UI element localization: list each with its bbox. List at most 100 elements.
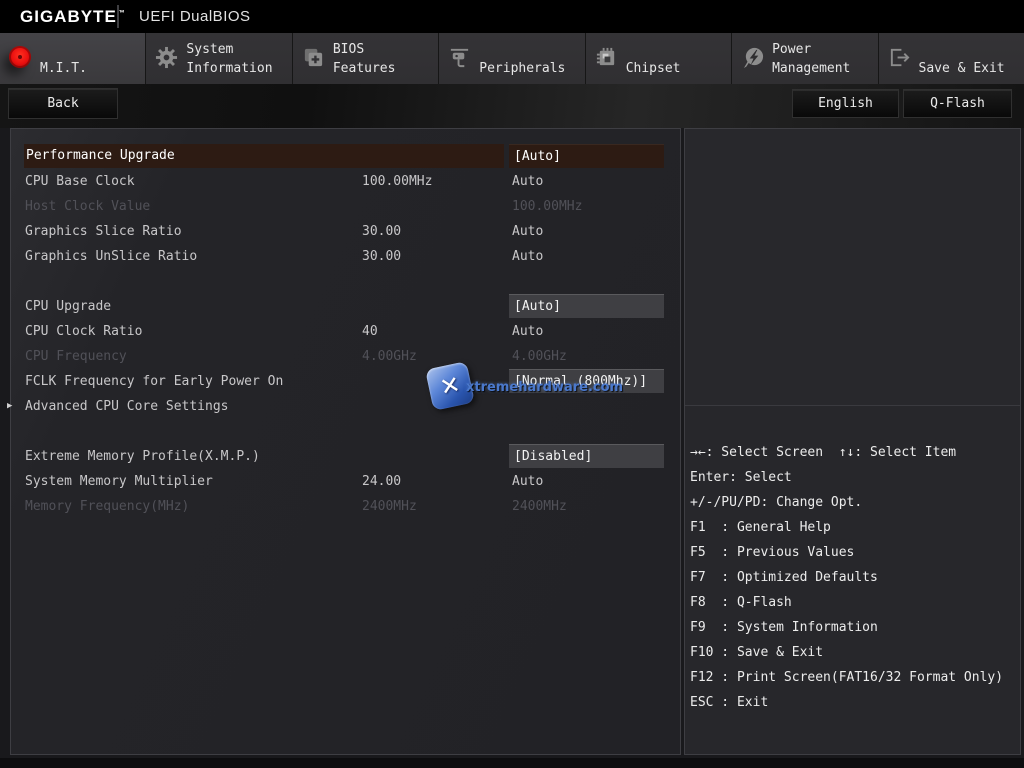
chipset-icon xyxy=(595,46,621,70)
tab-save-exit[interactable]: Save & Exit xyxy=(877,33,1024,84)
tab-label: Features xyxy=(332,61,396,76)
setting-row[interactable]: CPU Clock Ratio 40 Auto xyxy=(11,319,680,344)
workspace: Performance Upgrade [Auto] CPU Base Clock 1… xyxy=(0,128,1024,758)
setting-option-value: Auto xyxy=(512,324,544,339)
setting-label: CPU Frequency xyxy=(25,349,127,364)
setting-label: CPU Clock Ratio xyxy=(25,324,143,339)
help-line: F10 : Save & Exit xyxy=(690,645,824,660)
setting-label: FCLK Frequency for Early Power On xyxy=(25,374,284,389)
setting-label: System Memory Multiplier xyxy=(25,474,213,489)
setting-current-value: 30.00 xyxy=(362,249,402,264)
setting-label: Memory Frequency(MHz) xyxy=(25,499,190,514)
setting-row[interactable]: Graphics Slice Ratio 30.00 Auto xyxy=(11,219,680,244)
tab-mit[interactable]: M.I.T. xyxy=(0,33,146,84)
setting-row[interactable]: CPU Frequency 4.00GHz 4.00GHz xyxy=(11,344,680,369)
setting-row[interactable]: Memory Frequency(MHz) 2400MHz 2400MHz xyxy=(11,494,680,519)
help-line: F7 : Optimized Defaults xyxy=(690,570,878,585)
setting-option-value: 4.00GHz xyxy=(512,349,567,364)
help-description-box xyxy=(685,129,1020,406)
help-line: Enter: Select xyxy=(690,470,792,485)
help-line: ESC : Exit xyxy=(690,695,769,710)
setting-row[interactable]: ▶ Advanced CPU Core Settings xyxy=(7,394,680,419)
tab-label: Management xyxy=(772,61,851,76)
setting-current-value: 24.00 xyxy=(362,474,402,489)
setting-row[interactable]: Performance Upgrade [Auto] xyxy=(11,144,680,169)
help-line: F5 : Previous Values xyxy=(690,545,855,560)
setting-option-value: Auto xyxy=(512,249,544,264)
setting-current-value: 40 xyxy=(362,324,378,339)
setting-label: Host Clock Value xyxy=(25,199,151,214)
tab-chipset[interactable]: Chipset xyxy=(584,33,732,84)
setting-label: Graphics Slice Ratio xyxy=(25,224,182,239)
setting-row[interactable]: Graphics UnSlice Ratio 30.00 Auto xyxy=(11,244,680,269)
tab-bar: M.I.T. System Information BIOS Features Perip… xyxy=(0,33,1024,84)
setting-label: Extreme Memory Profile(X.M.P.) xyxy=(25,449,260,464)
logo-divider xyxy=(117,5,119,28)
setting-label: Performance Upgrade xyxy=(24,144,504,168)
setting-current-value: 4.00GHz xyxy=(362,349,417,364)
tab-label-group: BIOS Features xyxy=(333,40,396,78)
setting-row[interactable]: CPU Base Clock 100.00MHz Auto xyxy=(11,169,680,194)
help-line: F9 : System Information xyxy=(690,620,878,635)
setting-option-value: 100.00MHz xyxy=(512,199,583,214)
setting-row[interactable]: System Memory Multiplier 24.00 Auto xyxy=(11,469,680,494)
help-line: F8 : Q-Flash xyxy=(690,595,792,610)
help-line: →←: Select Screen ↑↓: Select Item xyxy=(690,445,957,460)
setting-current-value: 100.00MHz xyxy=(362,174,433,189)
mit-red-dot-icon xyxy=(9,46,35,70)
setting-option-value: [Auto] xyxy=(509,144,664,168)
tab-label: Information xyxy=(186,61,273,76)
tab-label: Chipset xyxy=(625,61,681,76)
tab-label: Power xyxy=(772,42,812,57)
exit-door-icon xyxy=(888,46,914,70)
setting-option-value: Auto xyxy=(512,224,544,239)
settings-list: Performance Upgrade [Auto] CPU Base Clock 1… xyxy=(7,129,680,519)
gear-icon xyxy=(155,46,181,70)
tab-label: M.I.T. xyxy=(40,61,87,76)
settings-panel: Performance Upgrade [Auto] CPU Base Clock 1… xyxy=(7,128,681,755)
help-panel: →←: Select Screen ↑↓: Select Item Enter: … xyxy=(684,128,1021,755)
setting-option-value: [Disabled] xyxy=(509,444,664,468)
help-keys: →←: Select Screen ↑↓: Select Item Enter: … xyxy=(690,406,1018,715)
tab-label: System xyxy=(186,42,234,57)
help-line: +/-/PU/PD: Change Opt. xyxy=(690,495,863,510)
toolbar-strip: Back English Q-Flash xyxy=(0,84,1024,128)
tab-power-management[interactable]: Power Management xyxy=(731,33,878,84)
tab-bios-features[interactable]: BIOS Features xyxy=(291,33,439,84)
setting-label: Graphics UnSlice Ratio xyxy=(25,249,198,264)
peripherals-icon xyxy=(448,46,474,70)
setting-row[interactable]: Extreme Memory Profile(X.M.P.) [Disabled] xyxy=(11,444,680,469)
qflash-button[interactable]: Q-Flash xyxy=(903,89,1012,118)
tab-label: Peripherals xyxy=(479,61,566,76)
setting-row[interactable]: CPU Upgrade [Auto] xyxy=(11,294,680,319)
submenu-arrow-icon: ▶ xyxy=(7,401,13,411)
tab-label: Save & Exit xyxy=(918,61,1005,76)
setting-label: CPU Base Clock xyxy=(25,174,135,189)
setting-option-value: Auto xyxy=(512,174,544,189)
help-line: F12 : Print Screen(FAT16/32 Format Only) xyxy=(690,670,1004,685)
tab-peripherals[interactable]: Peripherals xyxy=(438,33,585,84)
tab-label-group: Power Management xyxy=(772,40,850,78)
tab-label-group: Save & Exit xyxy=(919,59,1005,78)
setting-row[interactable]: Host Clock Value 100.00MHz xyxy=(11,194,680,219)
top-bar: GIGABYTE™ UEFI DualBIOS xyxy=(0,0,1024,33)
setting-option-value: Auto xyxy=(512,474,544,489)
tab-label-group: M.I.T. xyxy=(40,59,87,78)
tab-label-group: System Information xyxy=(186,40,272,78)
tab-label: BIOS xyxy=(332,42,365,57)
tab-system-information[interactable]: System Information xyxy=(145,33,292,84)
tab-label-group: Peripherals xyxy=(479,59,565,78)
back-button[interactable]: Back xyxy=(8,88,118,119)
tab-label-group: Chipset xyxy=(626,59,681,78)
setting-option-value: 2400MHz xyxy=(512,499,567,514)
language-button[interactable]: English xyxy=(792,89,899,118)
power-bolt-icon xyxy=(741,46,767,70)
bios-plus-icon xyxy=(302,46,328,70)
watermark-text: xtremehardware.com xyxy=(466,380,624,395)
gigabyte-logo: GIGABYTE™ xyxy=(20,7,126,26)
setting-label: CPU Upgrade xyxy=(25,299,112,314)
setting-option-value: [Auto] xyxy=(509,294,664,318)
setting-label: Advanced CPU Core Settings xyxy=(25,399,229,414)
